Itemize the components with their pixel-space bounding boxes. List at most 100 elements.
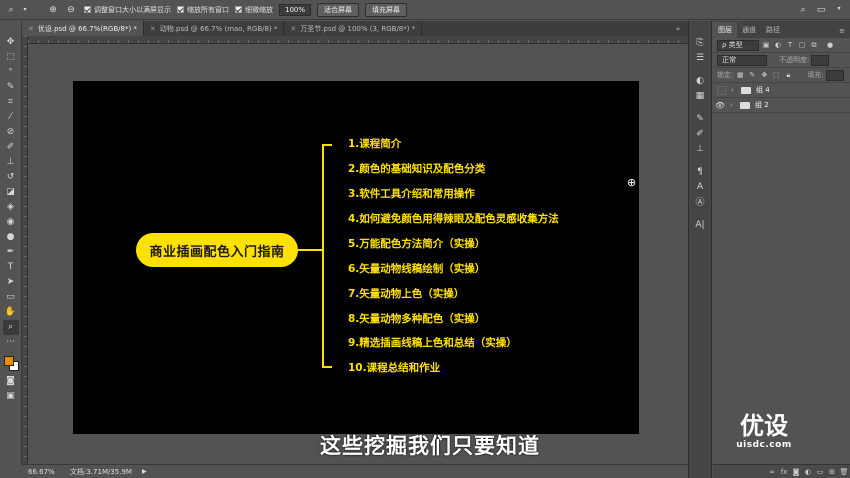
zoom-tool-icon[interactable]: ⌕: [2, 320, 19, 335]
fit-screen-button[interactable]: 适合屏幕: [317, 2, 360, 17]
swatches-panel-icon[interactable]: ▦: [692, 88, 708, 103]
watermark-domain: uisdc.com: [736, 440, 792, 450]
outline-item: 10.课程总结和作业: [348, 362, 441, 374]
brush-tool-icon[interactable]: ✐: [3, 140, 19, 155]
filter-pixel-icon[interactable]: ▣: [761, 41, 771, 49]
lock-pixels-icon[interactable]: ▦: [735, 71, 745, 79]
tab-paths[interactable]: 路径: [761, 22, 785, 38]
scrubby-zoom-checkbox[interactable]: 细微缩放: [235, 5, 273, 15]
panel-menu-icon[interactable]: ≡: [834, 24, 850, 38]
glyphs-panel-icon[interactable]: Ⓐ: [692, 194, 708, 209]
clone-source-icon[interactable]: ⊥: [692, 141, 708, 156]
resize-windows-checkbox[interactable]: 调整窗口大小以满屏显示: [84, 5, 171, 15]
text-panel-icon[interactable]: A|: [692, 217, 708, 232]
adjustment-layer-icon[interactable]: ◐: [802, 468, 814, 476]
rectangle-tool-icon[interactable]: ▭: [3, 290, 19, 305]
tool-preset-chevron-icon[interactable]: ▾: [18, 3, 32, 17]
add-mask-icon[interactable]: ◙: [790, 468, 802, 476]
filter-adjust-icon[interactable]: ◐: [773, 41, 783, 49]
outline-item: 7.矢量动物上色（实操）: [348, 288, 465, 300]
layer-row-group-4[interactable]: › 组 4: [713, 83, 850, 98]
zoom-out-icon[interactable]: ⊖: [64, 3, 78, 17]
zoom-tool-icon[interactable]: ⌕: [4, 3, 18, 17]
lock-move-icon[interactable]: ✥: [759, 71, 769, 79]
blend-mode-select[interactable]: 正常: [717, 54, 767, 66]
close-tab-icon[interactable]: ✕: [290, 25, 296, 33]
tab-doc-1[interactable]: ✕ 优设.psd @ 66.7%(RGB/8*) *: [22, 21, 144, 36]
search-icon[interactable]: ⌕: [796, 5, 810, 15]
brush-presets-icon[interactable]: ✐: [692, 126, 708, 141]
lock-all-icon[interactable]: 🔒︎: [783, 71, 793, 80]
quick-mask-icon[interactable]: ◙: [3, 374, 19, 389]
fx-icon[interactable]: fx: [778, 468, 790, 476]
clone-stamp-tool-icon[interactable]: ⊥: [3, 155, 19, 170]
tab-doc-2[interactable]: ✕ 动物.psd @ 66.7% (mao, RGB/8) *: [144, 21, 285, 36]
workspace-chevron-icon[interactable]: ▾: [832, 5, 846, 15]
eraser-tool-icon[interactable]: ◪: [3, 185, 19, 200]
more-tools-icon[interactable]: ···: [3, 335, 19, 350]
workspace-icon[interactable]: ▭: [814, 5, 828, 15]
dodge-tool-icon[interactable]: ●: [3, 230, 19, 245]
filter-type-icon[interactable]: T: [785, 41, 795, 49]
fill-field[interactable]: [825, 69, 844, 81]
color-panel-icon[interactable]: ◐: [692, 73, 708, 88]
status-menu-chevron-icon[interactable]: ▶: [142, 468, 147, 475]
history-panel-icon[interactable]: ⎘: [692, 35, 708, 50]
history-brush-tool-icon[interactable]: ↺: [3, 170, 19, 185]
quick-select-tool-icon[interactable]: ✎: [3, 80, 19, 95]
link-layers-icon[interactable]: ∞: [766, 468, 778, 476]
marquee-tool-icon[interactable]: ⬚: [3, 50, 19, 65]
fill-screen-button[interactable]: 填充屏幕: [365, 2, 408, 17]
close-tab-icon[interactable]: ✕: [150, 25, 156, 33]
opacity-field[interactable]: [811, 54, 830, 66]
healing-brush-tool-icon[interactable]: ⊘: [3, 125, 19, 140]
type-tool-icon[interactable]: T: [3, 260, 19, 275]
layer-filter-select[interactable]: ρ 类型: [717, 39, 759, 51]
eye-icon[interactable]: 👁︎: [713, 101, 727, 110]
status-zoom[interactable]: 66.67%: [22, 468, 55, 476]
crop-tool-icon[interactable]: ⌗: [3, 95, 19, 110]
foreground-color-swatch[interactable]: [3, 356, 14, 366]
watermark-title: 优设: [740, 412, 788, 440]
properties-panel-icon[interactable]: ☰: [692, 50, 708, 65]
new-group-icon[interactable]: ▭: [814, 468, 826, 476]
visibility-toggle[interactable]: [717, 85, 726, 95]
lock-row: 锁定: ▦ ✎ ✥ ⬚ 🔒︎ 填充:: [713, 68, 850, 83]
tab-layers[interactable]: 图层: [713, 22, 737, 38]
layer-row-group-2[interactable]: 👁︎ › 组 2: [713, 98, 850, 113]
outline-item: 1.课程简介: [348, 138, 402, 150]
layer-name: 组 4: [756, 86, 770, 94]
expand-chevron-icon[interactable]: ›: [730, 101, 738, 109]
tab-doc-3[interactable]: ✕ 万圣节.psd @ 100% (3, RGB/8*) *: [284, 21, 423, 36]
character-panel-icon[interactable]: A: [692, 179, 708, 194]
tab-channels[interactable]: 通道: [737, 22, 761, 38]
zoom-all-windows-checkbox[interactable]: 缩放所有窗口: [177, 5, 229, 15]
paint-bucket-tool-icon[interactable]: ◈: [3, 200, 19, 215]
delete-layer-icon[interactable]: 🗑︎: [838, 468, 850, 476]
outline-item: 6.矢量动物线稿绘制（实操）: [348, 263, 486, 275]
close-tab-icon[interactable]: ✕: [28, 25, 34, 33]
lock-paint-icon[interactable]: ✎: [747, 71, 757, 79]
pen-tool-icon[interactable]: ✒: [3, 245, 19, 260]
paragraph-panel-icon[interactable]: ¶: [692, 164, 708, 179]
lasso-tool-icon[interactable]: ᐤ: [3, 65, 19, 80]
path-select-tool-icon[interactable]: ➤: [3, 275, 19, 290]
filter-toggle-icon[interactable]: ●: [825, 41, 835, 49]
hand-tool-icon[interactable]: ✋: [3, 305, 19, 320]
outline-item: 5.万能配色方法简介（实操）: [348, 238, 486, 250]
outline-item: 3.软件工具介绍和常用操作: [348, 188, 475, 200]
new-layer-icon[interactable]: ⊞: [826, 468, 838, 476]
zoom-percent-field[interactable]: 100%: [279, 3, 312, 16]
move-tool-icon[interactable]: ✥: [3, 35, 19, 50]
eyedropper-tool-icon[interactable]: ⁄: [3, 110, 19, 125]
brush-panel-icon[interactable]: ✎: [692, 111, 708, 126]
zoom-in-icon[interactable]: ⊕: [46, 3, 60, 17]
blur-tool-icon[interactable]: ◉: [3, 215, 19, 230]
tabs-overflow-icon[interactable]: »: [676, 21, 688, 36]
expand-chevron-icon[interactable]: ›: [731, 86, 739, 94]
filter-smart-icon[interactable]: ⧉: [809, 41, 819, 50]
screen-mode-icon[interactable]: ▣: [3, 389, 19, 404]
color-swatches[interactable]: [2, 354, 20, 374]
lock-artboard-icon[interactable]: ⬚: [771, 71, 781, 79]
filter-shape-icon[interactable]: ▢: [797, 41, 807, 49]
